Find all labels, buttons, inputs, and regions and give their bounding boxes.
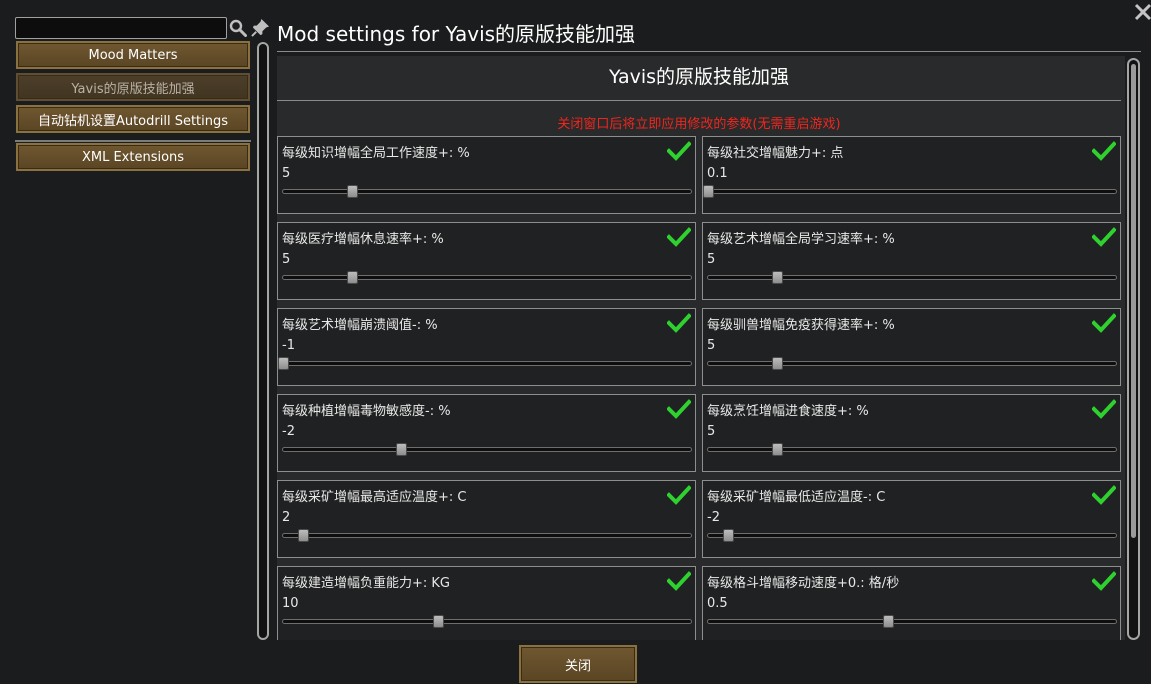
slider-handle[interactable] (278, 357, 289, 370)
setting-value: 5 (707, 252, 716, 267)
mod-button[interactable]: XML Extensions (16, 143, 250, 171)
setting-label: 每级采矿增幅最低适应温度-: C (707, 490, 886, 505)
mod-button[interactable]: Yavis的原版技能加强 (16, 73, 250, 101)
setting-slider[interactable] (282, 615, 692, 628)
heading-divider (277, 100, 1121, 101)
setting-slider[interactable] (282, 443, 692, 456)
setting-label: 每级种植增幅毒物敏感度-: % (282, 404, 451, 419)
setting-slider[interactable] (282, 529, 692, 542)
setting-value: 5 (707, 424, 716, 439)
setting-slider[interactable] (703, 185, 1117, 198)
check-icon[interactable] (1092, 571, 1116, 591)
check-icon[interactable] (1092, 313, 1116, 333)
setting-card: 每级知识增幅全局工作速度+: % 5 (277, 136, 696, 214)
setting-card: 每级驯兽增幅免疫获得速率+: % 5 (702, 308, 1121, 386)
setting-value: -1 (282, 338, 295, 353)
slider-handle[interactable] (347, 271, 359, 284)
mod-button[interactable]: 自动钻机设置Autodrill Settings (16, 105, 250, 133)
window-title: Mod settings for Yavis的原版技能加强 (277, 22, 636, 46)
check-icon[interactable] (667, 571, 691, 591)
slider-handle[interactable] (433, 615, 445, 628)
settings-scrollbar-thumb[interactable] (1131, 64, 1136, 538)
setting-card: 每级格斗增幅移动速度+0.: 格/秒 0.5 (702, 566, 1121, 640)
setting-card: 每级采矿增幅最低适应温度-: C -2 (702, 480, 1121, 558)
settings-scrollbar[interactable] (1127, 58, 1140, 640)
setting-label: 每级驯兽增幅免疫获得速率+: % (707, 318, 895, 333)
slider-handle[interactable] (298, 529, 310, 542)
check-icon[interactable] (1092, 141, 1116, 161)
slider-handle[interactable] (772, 443, 784, 456)
setting-label: 每级建造增幅负重能力+: KG (282, 576, 451, 591)
close-button[interactable]: 关闭 (519, 645, 637, 683)
setting-card: 每级建造增幅负重能力+: KG 10 (277, 566, 696, 640)
setting-value: 2 (282, 510, 291, 525)
setting-slider[interactable] (707, 529, 1117, 542)
pin-icon[interactable] (251, 18, 270, 37)
setting-label: 每级知识增幅全局工作速度+: % (282, 146, 470, 161)
check-icon[interactable] (667, 313, 691, 333)
setting-card: 每级医疗增幅休息速率+: % 5 (277, 222, 696, 300)
setting-label: 每级社交增幅魅力+: 点 (707, 146, 844, 161)
setting-card: 每级烹饪增幅进食速度+: % 5 (702, 394, 1121, 472)
setting-label: 每级医疗增幅休息速率+: % (282, 232, 444, 247)
setting-card: 每级种植增幅毒物敏感度-: % -2 (277, 394, 696, 472)
setting-label: 每级艺术增幅崩溃阈值-: % (282, 318, 438, 333)
setting-value: 0.1 (707, 166, 728, 181)
slider-handle[interactable] (882, 615, 894, 628)
check-icon[interactable] (667, 141, 691, 161)
slider-handle[interactable] (347, 185, 359, 198)
close-icon[interactable] (1134, 3, 1151, 21)
setting-label: 每级格斗增幅移动速度+0.: 格/秒 (707, 576, 900, 591)
setting-label: 每级采矿增幅最高适应温度+: C (282, 490, 467, 505)
setting-value: -2 (282, 424, 295, 439)
check-icon[interactable] (1092, 227, 1116, 247)
settings-panel: Yavis的原版技能加强 关闭窗口后将立即应用修改的参数(无需重启游戏) 每级知… (277, 56, 1125, 640)
check-icon[interactable] (667, 399, 691, 419)
slider-handle[interactable] (703, 185, 714, 198)
setting-label: 每级艺术增幅全局学习速率+: % (707, 232, 895, 247)
slider-handle[interactable] (772, 271, 784, 284)
check-icon[interactable] (1092, 399, 1116, 419)
setting-card: 每级艺术增幅崩溃阈值-: % -1 (277, 308, 696, 386)
slider-handle[interactable] (723, 529, 735, 542)
title-divider (277, 51, 1141, 52)
setting-slider[interactable] (278, 357, 692, 370)
slider-handle[interactable] (772, 357, 784, 370)
setting-slider[interactable] (707, 443, 1117, 456)
setting-card: 每级艺术增幅全局学习速率+: % 5 (702, 222, 1121, 300)
check-icon[interactable] (1092, 485, 1116, 505)
setting-value: 5 (282, 252, 291, 267)
setting-slider[interactable] (707, 615, 1117, 628)
setting-slider[interactable] (707, 271, 1117, 284)
setting-value: 5 (282, 166, 291, 181)
mod-settings-window: Mood Matters Yavis的原版技能加强 自动钻机设置Autodrill … (0, 0, 1151, 684)
slider-handle[interactable] (396, 443, 408, 456)
setting-value: -2 (707, 510, 720, 525)
setting-card: 每级采矿增幅最高适应温度+: C 2 (277, 480, 696, 558)
setting-value: 5 (707, 338, 716, 353)
apply-notice: 关闭窗口后将立即应用修改的参数(无需重启游戏) (557, 117, 841, 132)
settings-heading: Yavis的原版技能加强 (608, 66, 790, 88)
mod-search-input[interactable] (15, 17, 227, 39)
setting-slider[interactable] (707, 357, 1117, 370)
check-icon[interactable] (667, 227, 691, 247)
search-icon[interactable] (229, 19, 247, 37)
check-icon[interactable] (667, 485, 691, 505)
setting-value: 10 (282, 596, 299, 611)
setting-card: 每级社交增幅魅力+: 点 0.1 (702, 136, 1121, 214)
mod-button[interactable]: Mood Matters (16, 41, 250, 69)
sidebar-divider (15, 140, 251, 142)
setting-slider[interactable] (282, 185, 692, 198)
sidebar-scrollbar[interactable] (257, 42, 269, 640)
setting-slider[interactable] (282, 271, 692, 284)
setting-value: 0.5 (707, 596, 728, 611)
setting-label: 每级烹饪增幅进食速度+: % (707, 404, 869, 419)
